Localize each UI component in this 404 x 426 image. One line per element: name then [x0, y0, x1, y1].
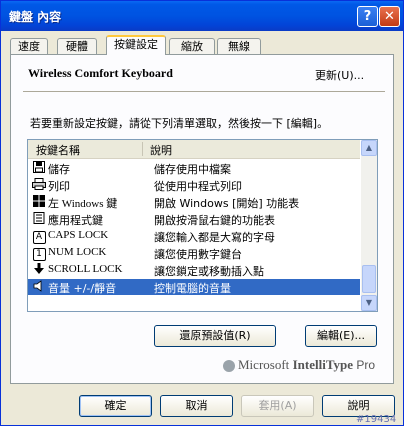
key-name: 音量 +/-/靜音 — [48, 282, 117, 295]
ok-button[interactable]: 確定 — [79, 395, 152, 417]
list-header: 按鍵名稱 說明 — [28, 140, 360, 159]
key-name: 列印 — [48, 180, 70, 193]
tab-hardware[interactable]: 硬體 — [57, 38, 97, 55]
apply-button[interactable]: 套用(A) — [241, 395, 314, 417]
tab-zoom[interactable]: 縮放 — [169, 38, 215, 55]
update-link[interactable]: 更新(U)... — [315, 67, 364, 83]
separator — [23, 91, 385, 92]
list-item[interactable]: 應用程式鍵 開啟按滑鼠右鍵的功能表 — [28, 211, 360, 227]
restore-defaults-button[interactable]: 還原預設值(R) — [154, 325, 276, 347]
column-header-description[interactable]: 說明 — [150, 142, 172, 158]
title-bar[interactable]: 鍵盤 內容 ? ✕ — [1, 1, 403, 31]
printer-icon — [31, 178, 47, 192]
key-name: 儲存 — [48, 163, 70, 176]
close-icon[interactable]: ✕ — [379, 6, 400, 27]
scroll-up-icon[interactable]: ▲ — [361, 140, 377, 156]
list-item[interactable]: 1 NUM LOCK 讓您使用數字鍵台 — [28, 245, 360, 261]
key-description: 開啟 Windows [開始] 功能表 — [154, 197, 300, 210]
context-menu-icon — [31, 212, 47, 226]
tab-key-settings[interactable]: 按鍵設定 — [106, 35, 166, 55]
scroll-thumb[interactable] — [362, 265, 376, 293]
instructions-text: 若要重新設定按鍵，請從下列清單選取，然後按一下 [編輯]。 — [30, 117, 329, 130]
key-description: 開啟按滑鼠右鍵的功能表 — [154, 214, 275, 227]
key-description: 控制電腦的音量 — [154, 282, 231, 295]
edit-button[interactable]: 編輯(E)... — [305, 325, 377, 347]
properties-window: 鍵盤 內容 ? ✕ 速度 硬體 按鍵設定 縮放 無線 Wireless Comf… — [0, 0, 404, 426]
tab-speed[interactable]: 速度 — [10, 38, 48, 55]
key-name: CAPS LOCK — [48, 229, 109, 241]
keyboard-name: Wireless Comfort Keyboard — [28, 66, 173, 80]
speaker-icon — [31, 280, 47, 294]
floppy-disk-icon — [31, 161, 47, 175]
key-description: 讓您使用數字鍵台 — [154, 248, 242, 261]
list-item[interactable]: A CAPS LOCK 讓您輸入都是大寫的字母 — [28, 228, 360, 244]
window-title: 鍵盤 內容 — [9, 10, 62, 24]
key-description: 儲存使用中檔案 — [154, 163, 231, 176]
list-item[interactable]: 左 Windows 鍵 開啟 Windows [開始] 功能表 — [28, 194, 360, 210]
list-item[interactable]: 列印 從使用中程式列印 — [28, 177, 360, 193]
list-item[interactable]: SCROLL LOCK 讓您鎖定或移動插入點 — [28, 262, 360, 278]
key-name: NUM LOCK — [48, 246, 107, 258]
list-item[interactable]: 儲存 儲存使用中檔案 — [28, 160, 360, 176]
key-description: 讓您輸入都是大寫的字母 — [154, 231, 275, 244]
numlock-icon: 1 — [31, 246, 47, 261]
vertical-scrollbar[interactable]: ▲ ▼ — [361, 140, 377, 311]
list-item-selected[interactable]: 音量 +/-/靜音 控制電腦的音量 — [28, 279, 360, 295]
key-list[interactable]: 按鍵名稱 說明 儲存 儲存使用中檔案 列印 從使用中程式列印 左 Windows… — [27, 139, 378, 312]
tab-wireless[interactable]: 無線 — [217, 38, 261, 55]
scroll-down-icon[interactable]: ▼ — [361, 295, 377, 311]
capslock-icon: A — [31, 229, 47, 244]
scroll-arrow-icon — [31, 263, 47, 277]
watermark: #19434 — [356, 414, 397, 425]
cancel-button[interactable]: 取消 — [160, 395, 233, 417]
microsoft-logo-icon — [223, 359, 235, 372]
key-description: 讓您鎖定或移動插入點 — [154, 265, 264, 278]
key-name: 應用程式鍵 — [48, 214, 103, 227]
windows-flag-icon — [31, 195, 47, 209]
intellitype-logo: Microsoft IntelliType Pro — [223, 357, 375, 373]
help-icon[interactable]: ? — [357, 6, 378, 27]
key-name: 左 Windows 鍵 — [48, 198, 118, 210]
key-description: 從使用中程式列印 — [154, 180, 242, 193]
column-header-key-name[interactable]: 按鍵名稱 — [36, 142, 80, 158]
key-name: SCROLL LOCK — [48, 263, 123, 275]
